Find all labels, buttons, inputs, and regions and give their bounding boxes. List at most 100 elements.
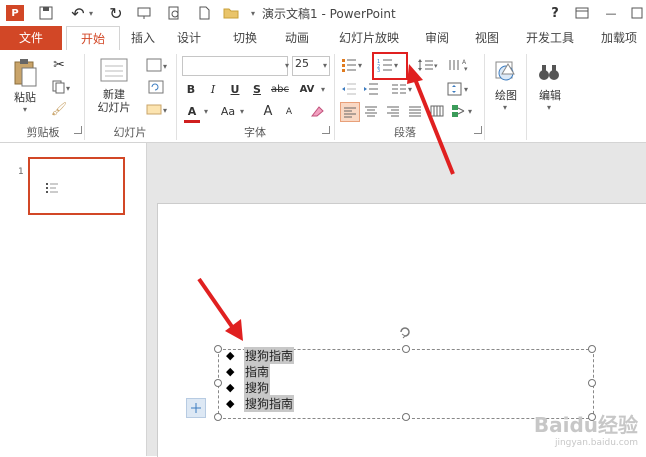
paste-button[interactable]: 粘贴 — [10, 90, 40, 104]
shapes-icon[interactable] — [492, 58, 520, 86]
tab-insert[interactable]: 插入 — [122, 26, 164, 50]
new-slide-icon[interactable] — [98, 56, 130, 86]
font-color-icon[interactable]: A — [184, 102, 200, 123]
diamond-bullet-icon: ◆ — [226, 349, 235, 362]
bold-button[interactable]: B — [184, 80, 198, 98]
watermark-url: jingyan.baidu.com — [554, 438, 638, 448]
new-file-icon[interactable] — [196, 5, 212, 21]
tab-transitions[interactable]: 切换 — [224, 26, 266, 50]
decrease-indent-icon[interactable] — [340, 80, 358, 98]
save-icon[interactable] — [38, 5, 54, 21]
tab-addins[interactable]: 加载项 — [594, 26, 644, 50]
help-button[interactable]: ? — [548, 5, 562, 21]
font-name-field[interactable] — [182, 56, 288, 76]
tab-file[interactable]: 文件 — [0, 26, 62, 50]
increase-indent-icon[interactable] — [362, 80, 380, 98]
tab-slideshow[interactable]: 幻灯片放映 — [330, 26, 408, 50]
character-spacing-button[interactable]: AV — [296, 80, 318, 98]
change-case-dropdown-icon[interactable]: ▾ — [238, 102, 246, 120]
svg-text:▾: ▾ — [163, 106, 167, 115]
annotation-arrow-icon — [197, 277, 243, 341]
drawing-button[interactable]: 绘图 — [490, 88, 522, 102]
svg-text:▾: ▾ — [66, 84, 70, 93]
editing-button[interactable]: 编辑 — [534, 88, 566, 102]
font-launcher-icon[interactable] — [322, 126, 330, 134]
highlight-box — [372, 52, 408, 80]
ribbon-display-icon[interactable] — [574, 5, 590, 21]
minimize-button[interactable]: — — [604, 5, 618, 21]
resize-handle[interactable] — [214, 413, 222, 421]
redo-icon[interactable]: ↻ — [108, 4, 124, 23]
editing-dropdown-icon[interactable]: ▾ — [542, 102, 556, 112]
underline-button[interactable]: U — [228, 80, 242, 98]
group-label-clipboard: 剪贴板 — [26, 126, 60, 139]
drawing-dropdown-icon[interactable]: ▾ — [498, 102, 512, 112]
binoculars-icon[interactable] — [536, 58, 562, 86]
change-case-button[interactable]: Aa — [216, 102, 240, 120]
ribbon-tab-bar: 文件 开始 插入 设计 切换 动画 幻灯片放映 审阅 视图 开发工具 加载项 — [0, 26, 646, 52]
paragraph-launcher-icon[interactable] — [474, 126, 482, 134]
clipboard-launcher-icon[interactable] — [74, 126, 82, 134]
grow-font-button[interactable]: A — [260, 102, 276, 120]
presentation-icon[interactable] — [136, 5, 152, 21]
list-item-text: 指南 — [244, 363, 271, 380]
customize-qat-icon[interactable]: ▾ — [248, 5, 258, 21]
copy-icon[interactable]: ▾ — [50, 78, 74, 96]
bullets-icon[interactable]: ▾ — [340, 56, 366, 74]
font-name-dropdown-icon[interactable]: ▾ — [282, 56, 292, 74]
undo-icon[interactable]: ↶ — [70, 4, 86, 23]
tab-review[interactable]: 审阅 — [416, 26, 458, 50]
character-spacing-dropdown-icon[interactable]: ▾ — [318, 80, 328, 98]
clear-formatting-icon[interactable] — [308, 102, 326, 120]
align-right-icon[interactable] — [384, 102, 402, 120]
font-color-dropdown-icon[interactable]: ▾ — [202, 102, 210, 120]
group-label-slides: 幻灯片 — [113, 126, 147, 139]
tab-home[interactable]: 开始 — [66, 26, 120, 52]
svg-text:▾: ▾ — [468, 107, 472, 116]
format-painter-icon[interactable]: 🖌 — [50, 100, 68, 118]
paste-dropdown-icon[interactable]: ▾ — [18, 104, 32, 114]
resize-handle[interactable] — [588, 379, 596, 387]
italic-button[interactable]: I — [206, 80, 220, 98]
rotate-handle-icon[interactable] — [398, 325, 412, 339]
maximize-button[interactable] — [630, 5, 644, 21]
undo-dropdown-icon[interactable]: ▾ — [86, 5, 96, 21]
shadow-button[interactable]: S — [250, 80, 264, 98]
list-item: ◆ 搜狗指南 — [226, 347, 295, 364]
watermark: Baidu经验 jingyan.baidu.com — [534, 409, 638, 448]
print-preview-icon[interactable] — [166, 5, 182, 21]
svg-text:▾: ▾ — [163, 62, 167, 71]
resize-handle[interactable] — [588, 345, 596, 353]
layout-options-icon[interactable] — [186, 398, 206, 418]
reset-icon[interactable] — [144, 78, 170, 96]
new-slide-button[interactable]: 新建 幻灯片 — [90, 86, 138, 116]
open-folder-icon[interactable] — [222, 5, 240, 21]
shrink-font-button[interactable]: A — [282, 104, 296, 120]
resize-handle[interactable] — [402, 345, 410, 353]
layout-icon[interactable]: ▾ — [144, 56, 170, 74]
separator — [84, 54, 85, 140]
separator — [334, 54, 335, 140]
align-left-icon[interactable] — [340, 102, 360, 122]
paste-icon[interactable] — [10, 56, 40, 90]
title-bar: P ↶ ▾ ↻ ▾ 演示文稿1 - PowerPoint ? — — [0, 0, 646, 26]
section-icon[interactable]: ▾ — [144, 100, 170, 118]
list-item: ◆ 搜狗指南 — [226, 395, 295, 412]
tab-developer[interactable]: 开发工具 — [520, 26, 580, 50]
list-item-text: 搜狗 — [244, 379, 271, 396]
watermark-brand: Baidu经验 — [533, 413, 638, 437]
resize-handle[interactable] — [214, 379, 222, 387]
svg-text:▾: ▾ — [464, 65, 468, 72]
tab-animations[interactable]: 动画 — [276, 26, 318, 50]
strikethrough-button[interactable]: abc — [268, 80, 292, 98]
resize-handle[interactable] — [214, 345, 222, 353]
tab-design[interactable]: 设计 — [168, 26, 210, 50]
list-item-text: 搜狗指南 — [244, 395, 295, 412]
slide-thumbnail[interactable] — [28, 157, 125, 215]
tab-view[interactable]: 视图 — [466, 26, 508, 50]
separator — [484, 54, 485, 140]
font-size-dropdown-icon[interactable]: ▾ — [320, 56, 330, 74]
align-center-icon[interactable] — [362, 102, 380, 120]
cut-icon[interactable]: ✂ — [50, 56, 68, 74]
resize-handle[interactable] — [402, 413, 410, 421]
